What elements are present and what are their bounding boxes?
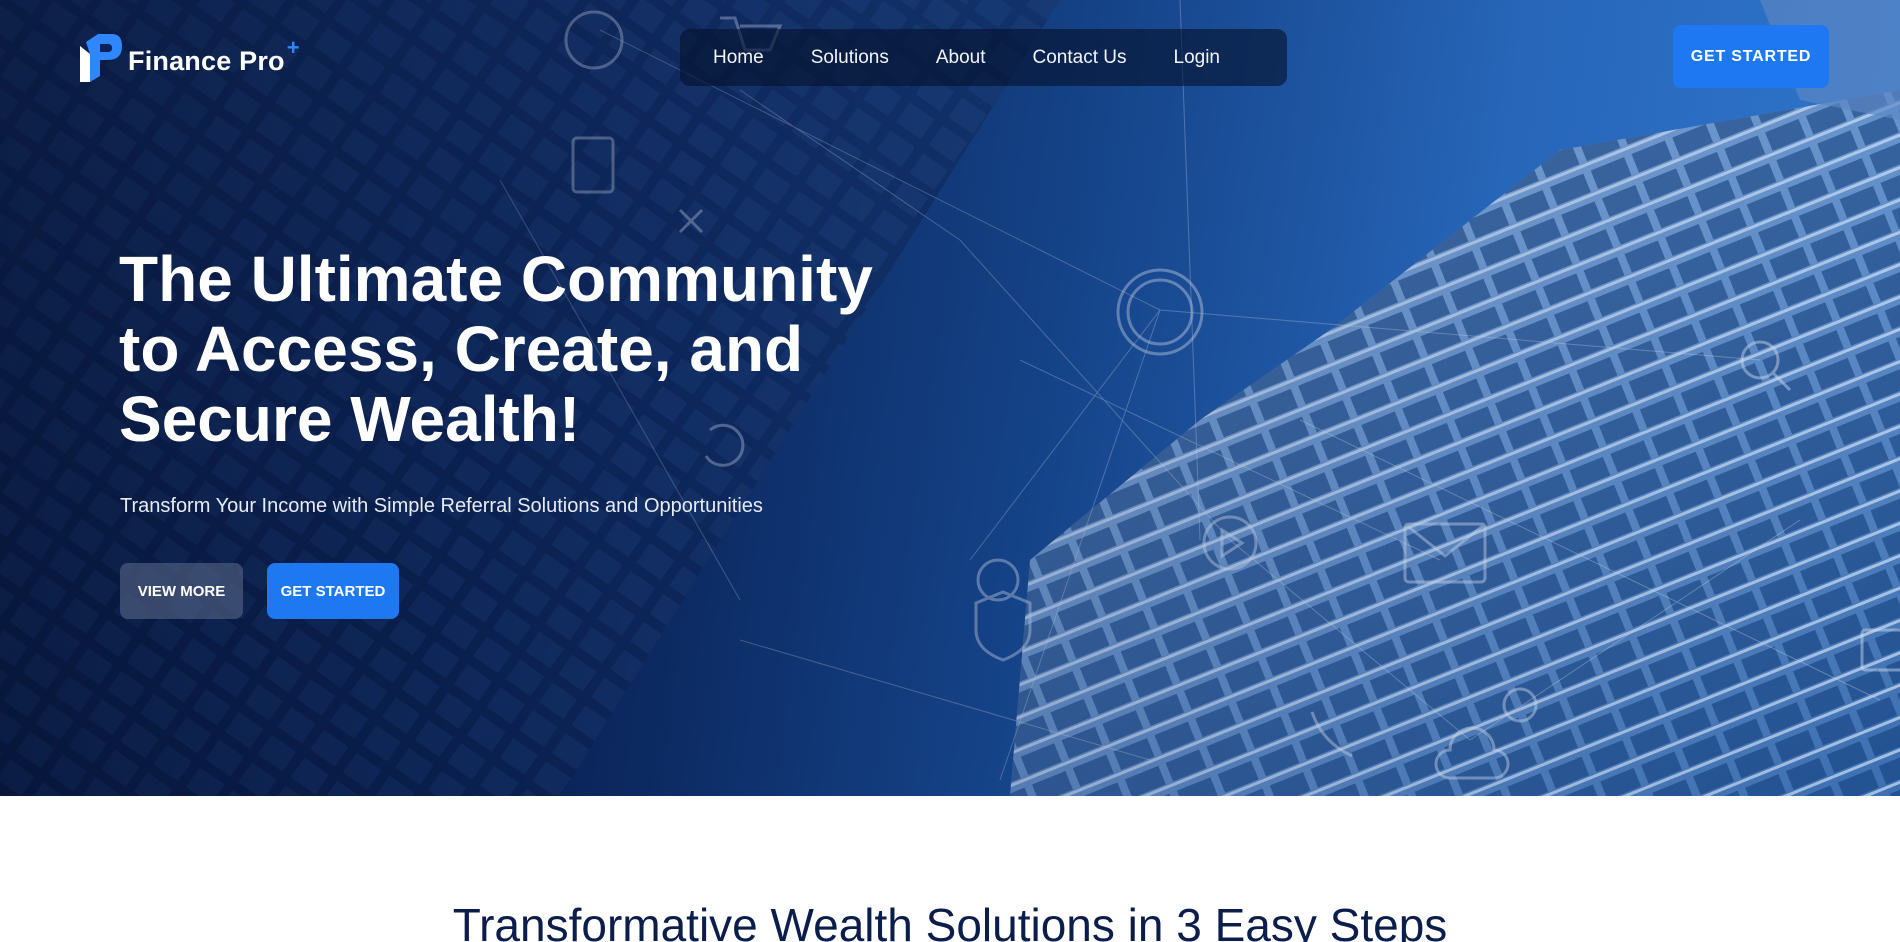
hero-title-line-3: Secure Wealth! — [119, 383, 581, 455]
nav-item-home[interactable]: Home — [713, 47, 764, 69]
steps-section-title: Transformative Wealth Solutions in 3 Eas… — [452, 899, 1448, 942]
nav-item-contact-us[interactable]: Contact Us — [1033, 47, 1127, 69]
hero-title-line-1: The Ultimate Community — [119, 243, 873, 315]
hero-subtitle: Transform Your Income with Simple Referr… — [120, 495, 763, 517]
main-nav: Home Solutions About Contact Us Login — [680, 29, 1287, 86]
hero-title: The Ultimate Community to Access, Create… — [119, 244, 919, 454]
brand-logo[interactable]: Finance Pro + — [78, 32, 304, 84]
hero-title-line-2: to Access, Create, and — [119, 313, 804, 385]
hero-get-started-button[interactable]: GET STARTED — [267, 563, 399, 619]
hero-section: Finance Pro + Home Solutions About Conta… — [0, 0, 1900, 796]
view-more-button[interactable]: VIEW MORE — [120, 563, 243, 619]
finance-pro-logo-icon — [80, 34, 122, 82]
nav-item-about[interactable]: About — [936, 47, 986, 69]
brand-plus-mark: + — [286, 35, 300, 60]
nav-item-solutions[interactable]: Solutions — [811, 47, 889, 69]
header-get-started-button[interactable]: GET STARTED — [1673, 25, 1829, 88]
nav-item-login[interactable]: Login — [1174, 47, 1221, 69]
brand-name: Finance Pro — [128, 45, 285, 76]
